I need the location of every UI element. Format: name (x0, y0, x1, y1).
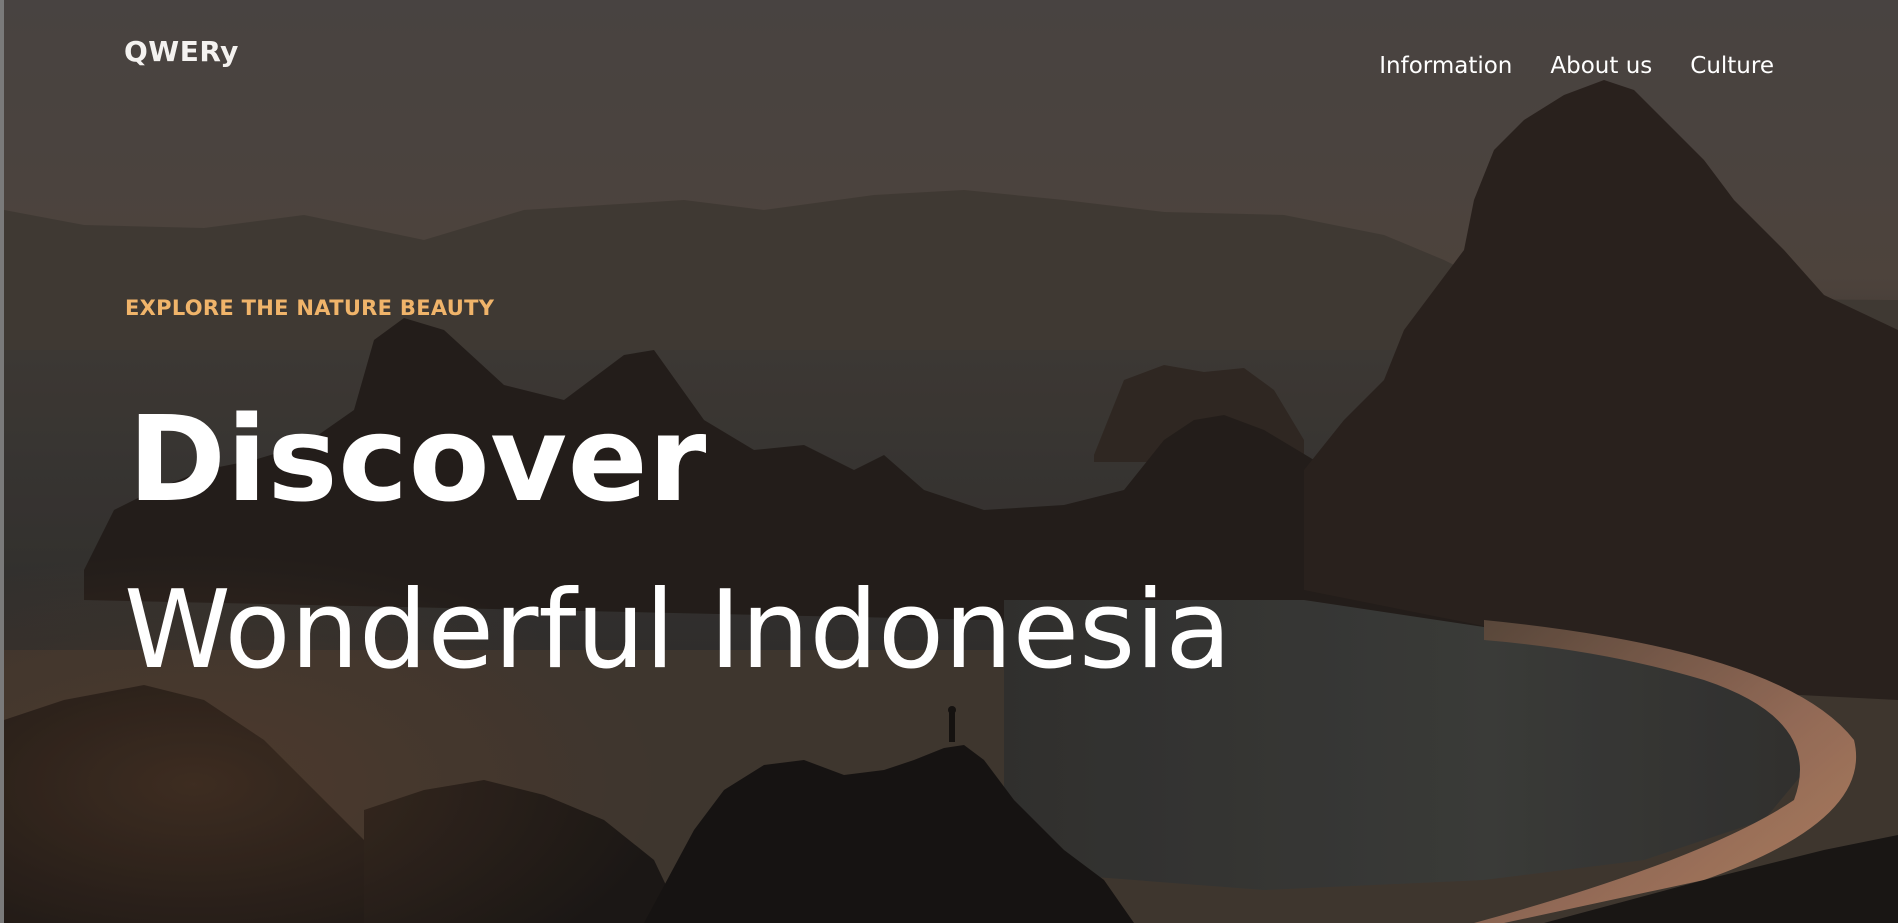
hero-title-primary: Discover (128, 390, 707, 528)
hero-title-secondary: Wonderful Indonesia (124, 568, 1232, 693)
hero-section: QWERy Information About us Culture EXPLO… (4, 0, 1898, 923)
nav-link-information[interactable]: Information (1379, 53, 1512, 79)
main-nav: Information About us Culture (1379, 53, 1774, 79)
nav-link-culture[interactable]: Culture (1690, 53, 1774, 79)
hero-eyebrow: EXPLORE THE NATURE BEAUTY (125, 296, 495, 320)
nav-link-about-us[interactable]: About us (1550, 53, 1652, 79)
site-logo[interactable]: QWERy (124, 35, 239, 68)
